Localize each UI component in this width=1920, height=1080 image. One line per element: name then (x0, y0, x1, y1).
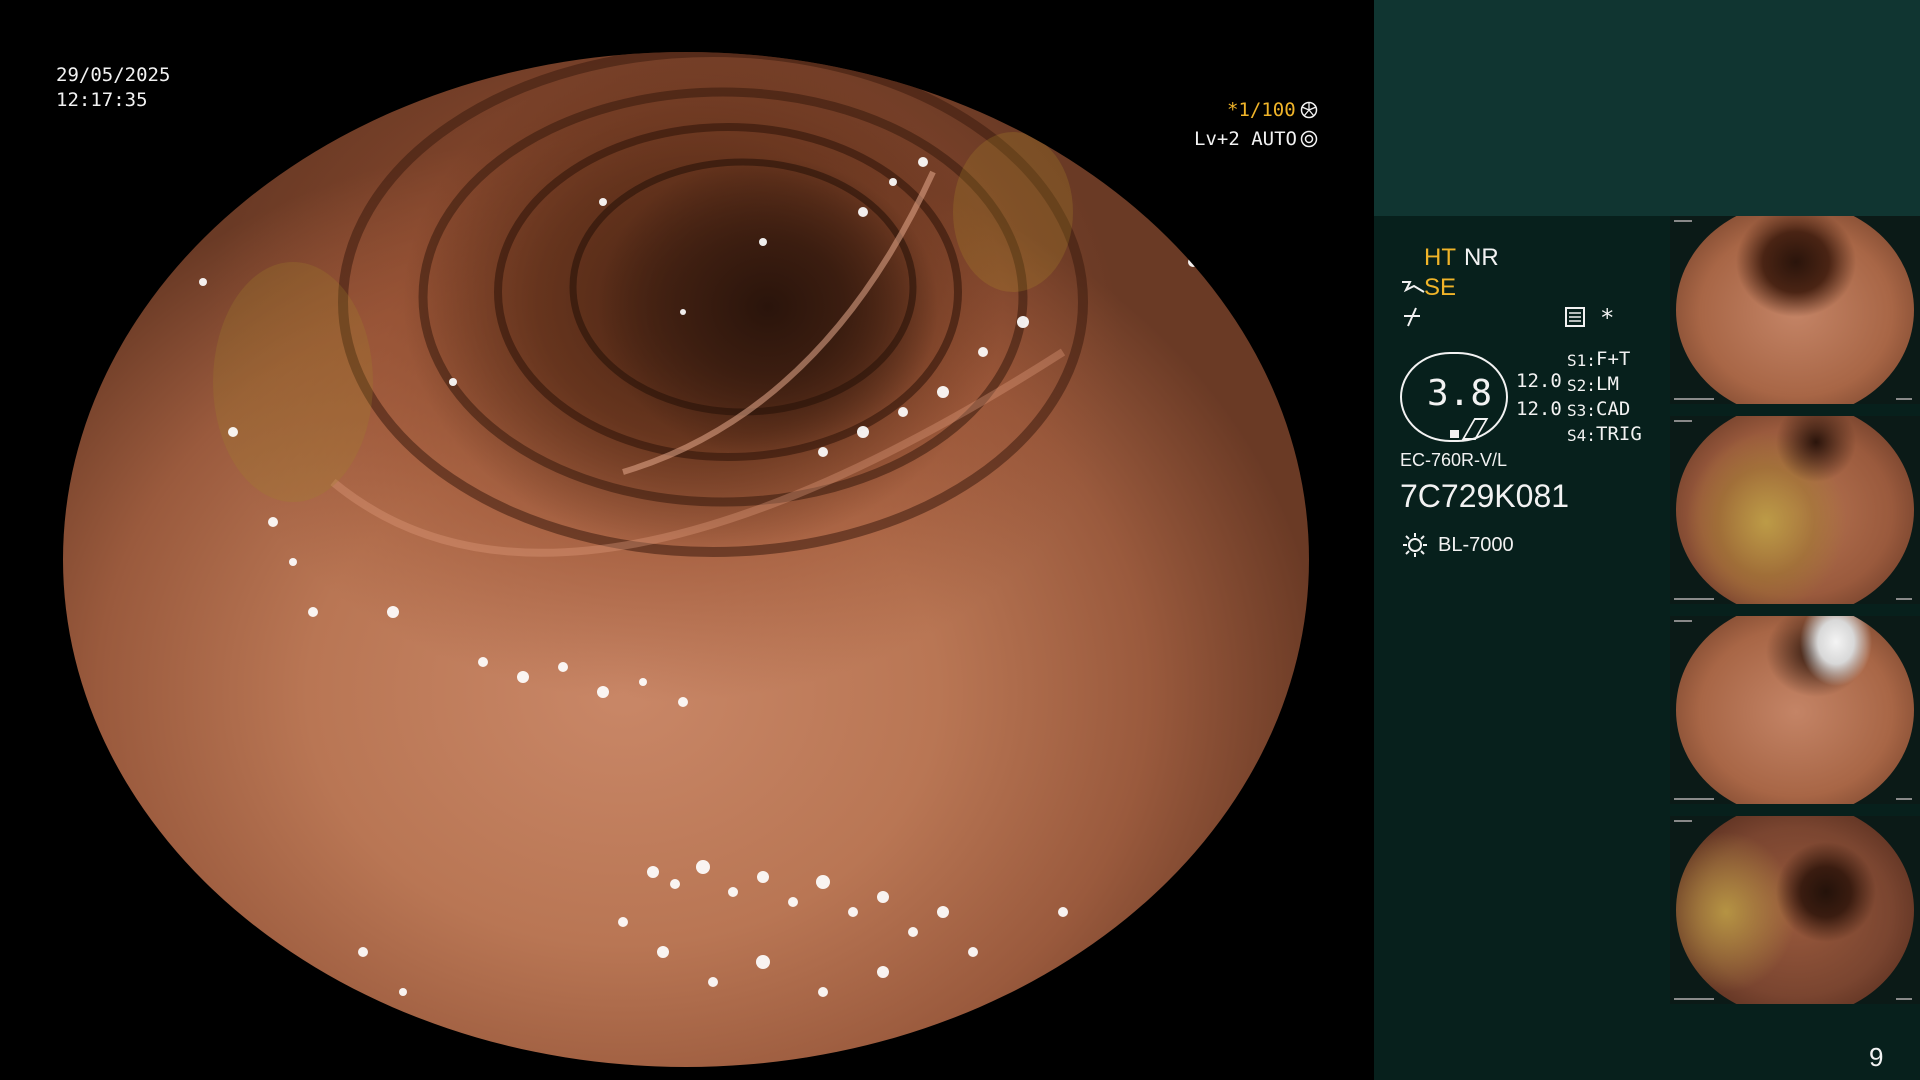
thumbnail-2[interactable] (1670, 416, 1920, 604)
endoscope-view (0, 0, 1374, 1080)
shutter-label: *1/100 (1227, 99, 1296, 121)
scope-serial: 7C729K081 (1400, 478, 1570, 514)
ht-mode: HT (1424, 244, 1456, 271)
se-mode: SE (1424, 274, 1457, 301)
thumbnail-1[interactable] (1670, 216, 1920, 404)
light-source: BL-7000 (1438, 534, 1514, 556)
s3-value: CAD (1596, 398, 1631, 420)
s2-value: LM (1596, 373, 1619, 395)
s2-key: S2: (1567, 376, 1596, 395)
s1-value: F+T (1596, 348, 1631, 370)
image-mode-icon (1565, 307, 1585, 327)
page-number: 9 (1869, 1042, 1884, 1072)
nr-mode: NR (1464, 244, 1499, 271)
time-label: 12:17:35 (56, 89, 148, 111)
lightning-icon (1404, 307, 1420, 327)
mucosa-detail (199, 52, 1198, 997)
level-label: Lv+2 AUTO (1194, 128, 1297, 150)
thumbnail-3[interactable] (1670, 616, 1920, 804)
value-bottom: 12.0 (1516, 398, 1562, 420)
light-source-icon (1403, 533, 1427, 557)
s3-key: S3: (1567, 401, 1596, 420)
iris-icon (1300, 130, 1318, 148)
thumbnail-4[interactable] (1670, 816, 1920, 1004)
s4-value: TRIG (1596, 423, 1642, 445)
aperture-icon (1300, 101, 1318, 119)
gauge-mark (1450, 430, 1459, 438)
gauge-value: 3.8 (1427, 373, 1493, 414)
star-indicator: * (1600, 304, 1615, 332)
date-label: 29/05/2025 (56, 64, 171, 86)
value-top: 12.0 (1516, 370, 1562, 392)
s1-key: S1: (1567, 351, 1596, 370)
s4-key: S4: (1567, 426, 1596, 445)
sidebar-header (1374, 0, 1920, 216)
endoscopic-image (63, 52, 1309, 1067)
enhance-icon (1402, 281, 1425, 293)
scope-model: EC-760R-V/L (1400, 450, 1508, 470)
